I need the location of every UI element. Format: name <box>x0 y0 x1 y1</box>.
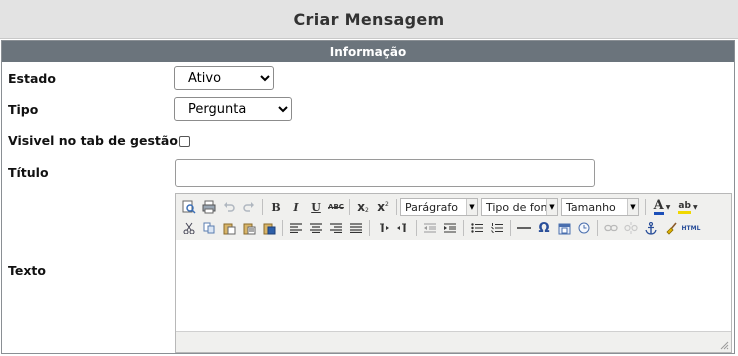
strikethrough-icon[interactable]: ABC <box>326 197 346 217</box>
toolbar-separator <box>396 199 397 215</box>
html-glyph: HTML <box>681 224 701 232</box>
cleanup-icon[interactable] <box>661 218 681 238</box>
toolbar-separator <box>510 220 511 236</box>
sup-glyph: x <box>377 200 385 214</box>
horizontal-rule-icon[interactable] <box>514 218 534 238</box>
insert-time-icon[interactable] <box>574 218 594 238</box>
omega-glyph: Ω <box>538 220 550 236</box>
format-dropdown[interactable]: Parágrafo ▼ <box>400 198 478 216</box>
superscript-icon[interactable]: x2 <box>373 197 393 217</box>
bold-icon[interactable]: B <box>266 197 286 217</box>
editor-content-area[interactable] <box>176 240 731 332</box>
estado-select[interactable]: Ativo <box>174 66 274 90</box>
texto-label: Texto <box>8 263 46 278</box>
italic-icon[interactable]: I <box>286 197 306 217</box>
titulo-input[interactable] <box>175 159 595 187</box>
italic-glyph: I <box>293 200 299 214</box>
strike-glyph: ABC <box>328 203 344 211</box>
redo-icon[interactable] <box>239 197 259 217</box>
subscript-icon[interactable]: x2 <box>353 197 373 217</box>
font-color-icon[interactable]: A ▼ <box>649 197 675 217</box>
insert-date-icon[interactable] <box>554 218 574 238</box>
sub-glyph: x <box>357 200 365 214</box>
highlight-glyph: ab <box>678 201 691 214</box>
chevron-down-icon: ▼ <box>466 199 477 215</box>
align-justify-icon[interactable] <box>346 218 366 238</box>
paste-icon[interactable] <box>219 218 239 238</box>
underline-icon[interactable]: U <box>306 197 326 217</box>
size-dropdown[interactable]: Tamanho ▼ <box>561 198 639 216</box>
paste-text-icon[interactable] <box>239 218 259 238</box>
size-dropdown-label: Tamanho <box>566 200 616 214</box>
toolbar-separator <box>645 199 646 215</box>
toolbar-separator <box>416 220 417 236</box>
cut-icon[interactable] <box>179 218 199 238</box>
font-dropdown-label: Tipo de font <box>486 200 552 214</box>
unlink-icon[interactable] <box>621 218 641 238</box>
visivel-label: Visivel no tab de gestão <box>8 133 178 148</box>
toolbar-separator <box>463 220 464 236</box>
link-icon[interactable] <box>601 218 621 238</box>
numbered-list-icon[interactable] <box>487 218 507 238</box>
ltr-icon[interactable] <box>373 218 393 238</box>
paste-word-icon[interactable] <box>259 218 279 238</box>
anchor-icon[interactable] <box>641 218 661 238</box>
font-color-glyph: A <box>653 197 664 215</box>
titulo-label: Título <box>8 165 49 180</box>
outdent-icon[interactable] <box>420 218 440 238</box>
visivel-checkbox[interactable] <box>179 136 190 147</box>
toolbar-separator <box>597 220 598 236</box>
editor-toolbar: B I U ABC x2 x2 Parágrafo ▼ Tipo de font ▼… <box>176 194 731 241</box>
resize-handle-icon[interactable] <box>719 340 729 350</box>
undo-icon[interactable] <box>219 197 239 217</box>
tipo-select[interactable]: Pergunta <box>174 97 292 121</box>
align-center-icon[interactable] <box>306 218 326 238</box>
editor-status-bar <box>176 331 731 352</box>
copy-icon[interactable] <box>199 218 219 238</box>
tipo-label: Tipo <box>8 102 39 117</box>
preview-icon[interactable] <box>179 197 199 217</box>
page-title: Criar Mensagem <box>0 0 738 39</box>
print-icon[interactable] <box>199 197 219 217</box>
special-char-icon[interactable]: Ω <box>534 218 554 238</box>
format-dropdown-label: Parágrafo <box>405 200 458 214</box>
toolbar-separator <box>369 220 370 236</box>
indent-icon[interactable] <box>440 218 460 238</box>
toolbar-separator <box>349 199 350 215</box>
html-icon[interactable]: HTML <box>681 218 701 238</box>
align-left-icon[interactable] <box>286 218 306 238</box>
align-right-icon[interactable] <box>326 218 346 238</box>
toolbar-separator <box>262 199 263 215</box>
estado-label: Estado <box>8 71 56 86</box>
rtl-icon[interactable] <box>393 218 413 238</box>
toolbar-separator <box>282 220 283 236</box>
font-dropdown[interactable]: Tipo de font ▼ <box>481 198 558 216</box>
chevron-down-icon: ▼ <box>627 199 638 215</box>
section-header: Informação <box>2 41 734 62</box>
rich-text-editor: B I U ABC x2 x2 Parágrafo ▼ Tipo de font ▼… <box>175 193 732 353</box>
highlight-color-icon[interactable]: ab ▼ <box>675 197 701 217</box>
chevron-down-icon: ▼ <box>546 199 557 215</box>
bullet-list-icon[interactable] <box>467 218 487 238</box>
bold-glyph: B <box>271 200 281 214</box>
form-panel: Informação Estado Ativo Tipo Pergunta Vi… <box>1 40 735 354</box>
underline-glyph: U <box>311 200 321 214</box>
